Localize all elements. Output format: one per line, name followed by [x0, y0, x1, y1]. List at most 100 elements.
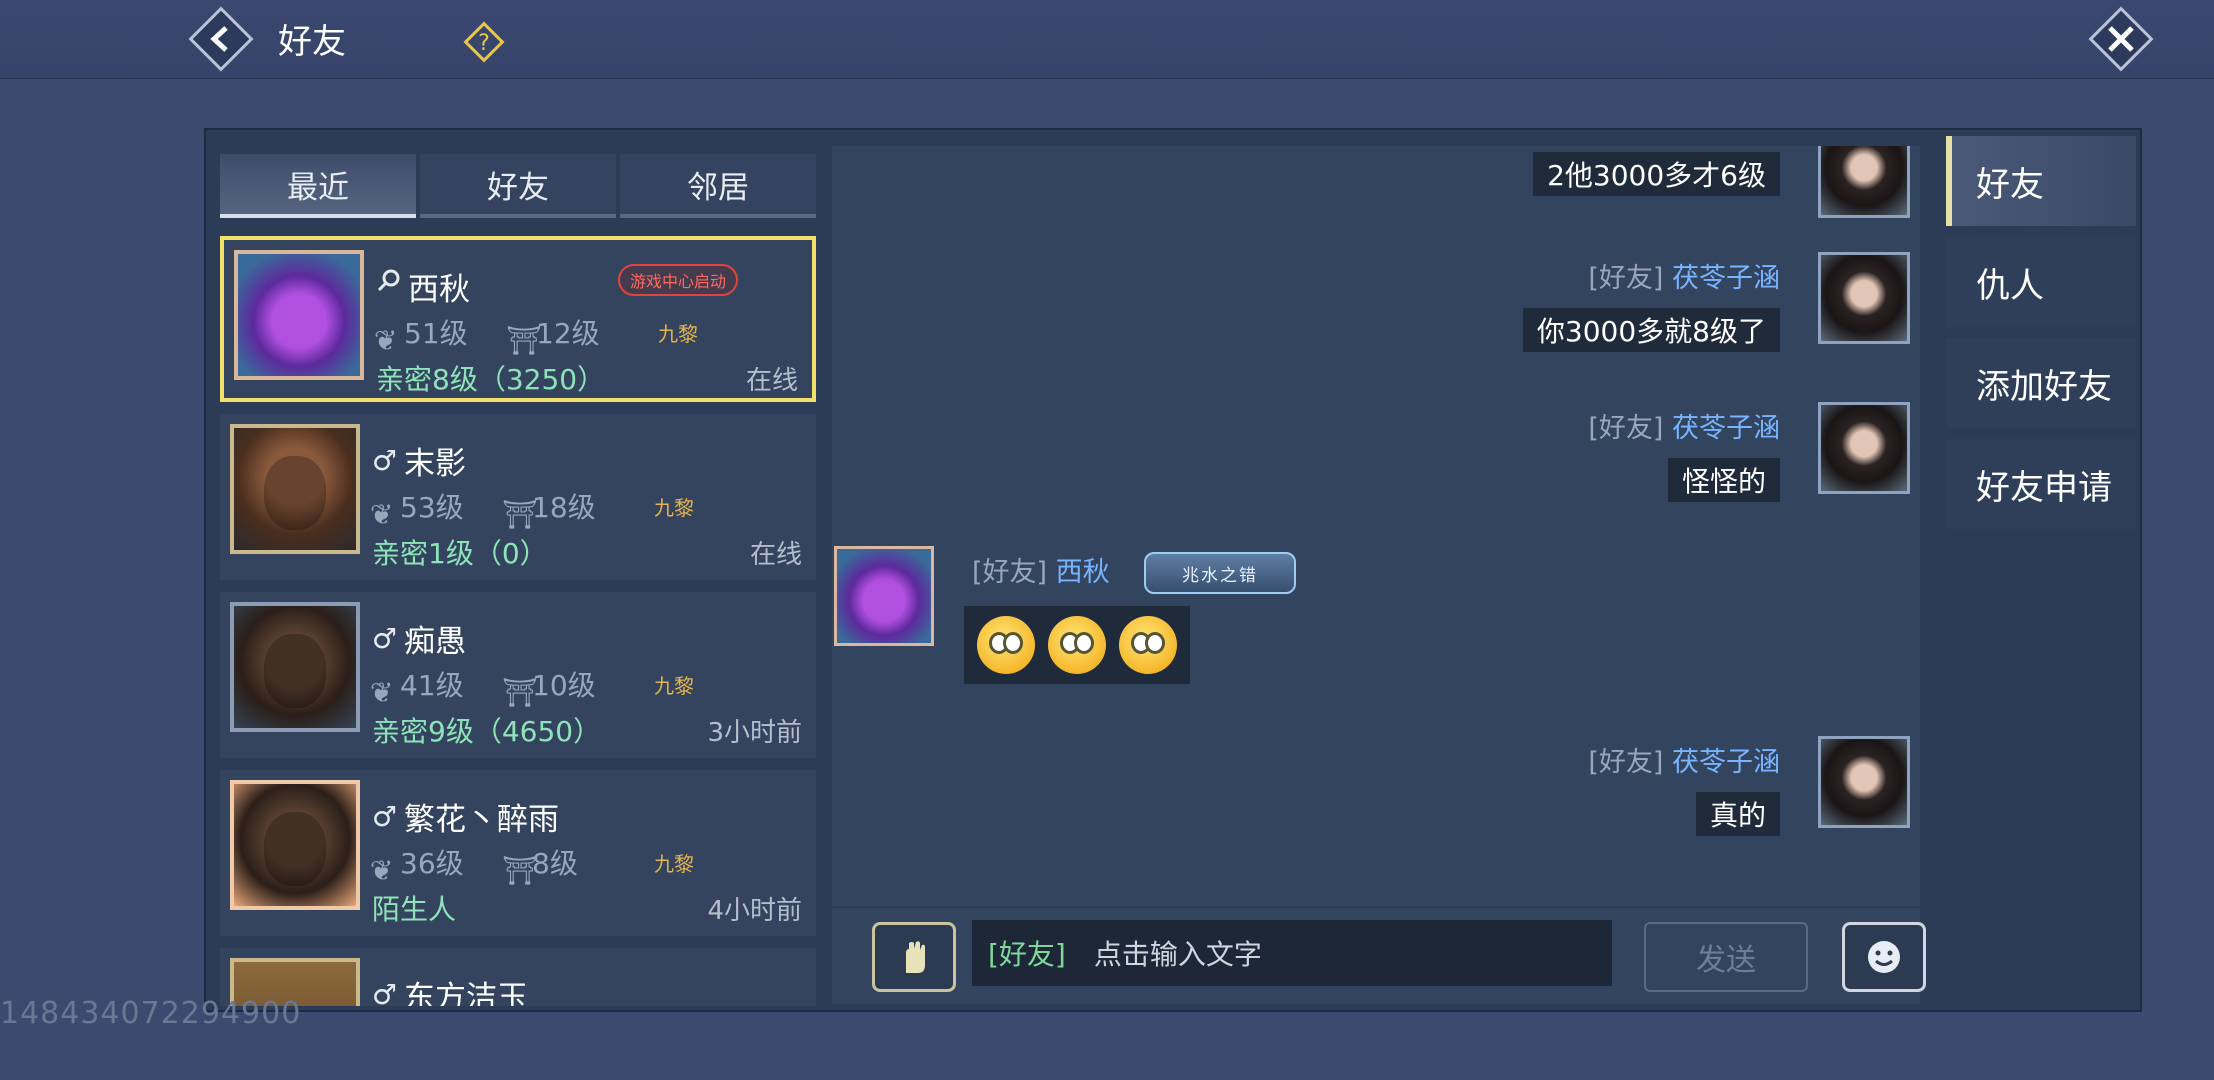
contact-list[interactable]: 西秋 游戏中心启动 ❦ 51级 ⛩12级 九黎 亲密8级（3250） 在线 ♂ 末…	[220, 236, 820, 1006]
menu-friends[interactable]: 好友	[1946, 136, 2136, 226]
message-bubble: 怪怪的	[1667, 458, 1780, 502]
voice-button[interactable]	[872, 922, 956, 992]
player-level: ❦ 36级	[370, 847, 464, 887]
chat-history[interactable]: 2他3000多才6级 [好友] 茯苓子涵 你3000多就8级了 [好友] 茯苓子…	[832, 146, 1920, 906]
contact-name: 痴愚	[404, 624, 466, 660]
avatar	[1818, 402, 1910, 494]
emoji-message	[964, 606, 1190, 684]
contact-item[interactable]: ♂ 东方洁玉	[220, 948, 816, 1006]
house-level: ⛩12级	[506, 317, 600, 357]
menu-friend-requests[interactable]: 好友申请	[1946, 439, 2136, 529]
contact-item[interactable]: ♂ 痴愚 ❦ 41级 ⛩10级 九黎 亲密9级（4650） 3小时前	[220, 592, 816, 758]
back-arrow-icon	[210, 26, 228, 52]
send-button[interactable]: 发送	[1644, 922, 1808, 992]
message-bubble: 真的	[1695, 792, 1780, 836]
message-bubble: 2他3000多才6级	[1533, 152, 1780, 196]
male-icon: ♂	[372, 978, 398, 1006]
intimacy-level: 陌生人	[372, 893, 457, 926]
emoji-button[interactable]	[1842, 922, 1926, 992]
avatar	[834, 546, 934, 646]
player-level: ❦ 51级	[374, 317, 468, 357]
guild-name: 九黎	[654, 674, 694, 698]
level-icon: ❦	[370, 498, 394, 531]
house-level: ⛩18级	[502, 491, 596, 531]
house-level: ⛩8级	[502, 847, 578, 887]
game-center-badge: 游戏中心启动	[618, 264, 739, 296]
input-placeholder: 点击输入文字	[1093, 938, 1262, 971]
avatar	[1818, 736, 1910, 828]
guild-name: 九黎	[654, 496, 694, 520]
shocked-emoji-icon	[1047, 616, 1106, 674]
chat-message: [好友] 茯苓子涵 怪怪的	[1010, 402, 1910, 502]
contact-item[interactable]: 西秋 游戏中心启动 ❦ 51级 ⛩12级 九黎 亲密8级（3250） 在线	[220, 236, 816, 402]
help-icon[interactable]: ?	[462, 20, 506, 64]
male-icon: ♂	[372, 444, 398, 477]
title-badge: 兆水之错	[1144, 552, 1296, 594]
level-icon: ❦	[370, 676, 394, 709]
chat-input-bar: [好友] 点击输入文字 发送	[832, 908, 1926, 1004]
house-level: ⛩10级	[502, 669, 596, 709]
side-menu: 好友 仇人 添加好友 好友申请	[1946, 136, 2136, 540]
avatar	[1818, 252, 1910, 344]
male-icon: ♂	[372, 800, 398, 833]
shocked-emoji-icon	[976, 616, 1035, 674]
level-icon: ❦	[374, 324, 398, 357]
last-seen: 3小时前	[707, 718, 802, 748]
message-bubble: 你3000多就8级了	[1522, 308, 1780, 352]
online-status: 在线	[745, 366, 798, 396]
tab-friends[interactable]: 好友	[420, 154, 616, 218]
voice-hand-icon	[906, 941, 925, 973]
online-status: 在线	[749, 540, 802, 570]
house-icon: ⛩	[502, 854, 538, 887]
close-icon	[2108, 26, 2134, 52]
chat-message: 2他3000多才6级	[1010, 146, 1910, 218]
page-title: 好友	[278, 22, 346, 62]
top-bar: 好友 ?	[0, 0, 2214, 79]
message-sender: [好友] 茯苓子涵	[1588, 413, 1780, 444]
message-sender: [好友] 茯苓子涵	[1588, 263, 1780, 294]
contact-item[interactable]: ♂ 繁花丶醉雨 ❦ 36级 ⛩8级 九黎 陌生人 4小时前	[220, 770, 816, 936]
player-level: ❦ 53级	[370, 491, 464, 531]
guild-name: 九黎	[658, 322, 698, 346]
back-button[interactable]	[188, 6, 254, 72]
contact-name: 西秋	[408, 272, 470, 308]
menu-enemies[interactable]: 仇人	[1946, 237, 2136, 327]
smiley-icon	[1868, 941, 1900, 973]
avatar	[234, 250, 364, 380]
intimacy-level: 亲密1级（0）	[372, 537, 548, 570]
menu-add-friend[interactable]: 添加好友	[1946, 338, 2136, 428]
user-id-watermark: 148434072294900	[0, 996, 302, 1031]
message-sender: [好友] 茯苓子涵	[1588, 747, 1780, 778]
male-icon: ♂	[372, 622, 398, 655]
avatar	[230, 602, 360, 732]
contact-name: 繁花丶醉雨	[404, 802, 559, 838]
avatar	[230, 780, 360, 910]
avatar	[230, 424, 360, 554]
friend-tabs: 最近 好友 邻居	[220, 154, 816, 218]
contact-item[interactable]: ♂ 末影 ❦ 53级 ⛩18级 九黎 亲密1级（0） 在线	[220, 414, 816, 580]
friends-panel: 最近 好友 邻居 西秋 游戏中心启动 ❦ 51级 ⛩12级 九黎 亲密8级（325…	[204, 128, 2142, 1012]
intimacy-level: 亲密9级（4650）	[372, 715, 602, 748]
avatar	[1818, 146, 1910, 218]
close-button[interactable]	[2088, 6, 2154, 72]
message-sender: [好友] 西秋	[972, 557, 1110, 588]
shocked-emoji-icon	[1119, 616, 1178, 674]
guild-name: 九黎	[654, 852, 694, 876]
contact-name: 末影	[404, 446, 466, 482]
tab-recent[interactable]: 最近	[220, 154, 416, 218]
level-icon: ❦	[370, 854, 394, 887]
house-icon: ⛩	[502, 676, 538, 709]
tab-neighbors[interactable]: 邻居	[620, 154, 816, 218]
chat-message: [好友] 茯苓子涵 你3000多就8级了	[1010, 252, 1910, 352]
house-icon: ⛩	[502, 498, 538, 531]
intimacy-level: 亲密8级（3250）	[376, 363, 606, 396]
message-input[interactable]: [好友] 点击输入文字	[972, 920, 1612, 986]
svg-text:?: ?	[478, 31, 490, 56]
house-icon: ⛩	[506, 324, 542, 357]
contact-name: 东方洁玉	[404, 980, 528, 1006]
chat-message: [好友] 茯苓子涵 真的	[1010, 736, 1910, 836]
last-seen: 4小时前	[707, 896, 802, 926]
chat-message: [好友] 西秋 兆水之错	[834, 546, 1434, 696]
player-level: ❦ 41级	[370, 669, 464, 709]
input-channel-tag: [好友]	[988, 938, 1066, 971]
